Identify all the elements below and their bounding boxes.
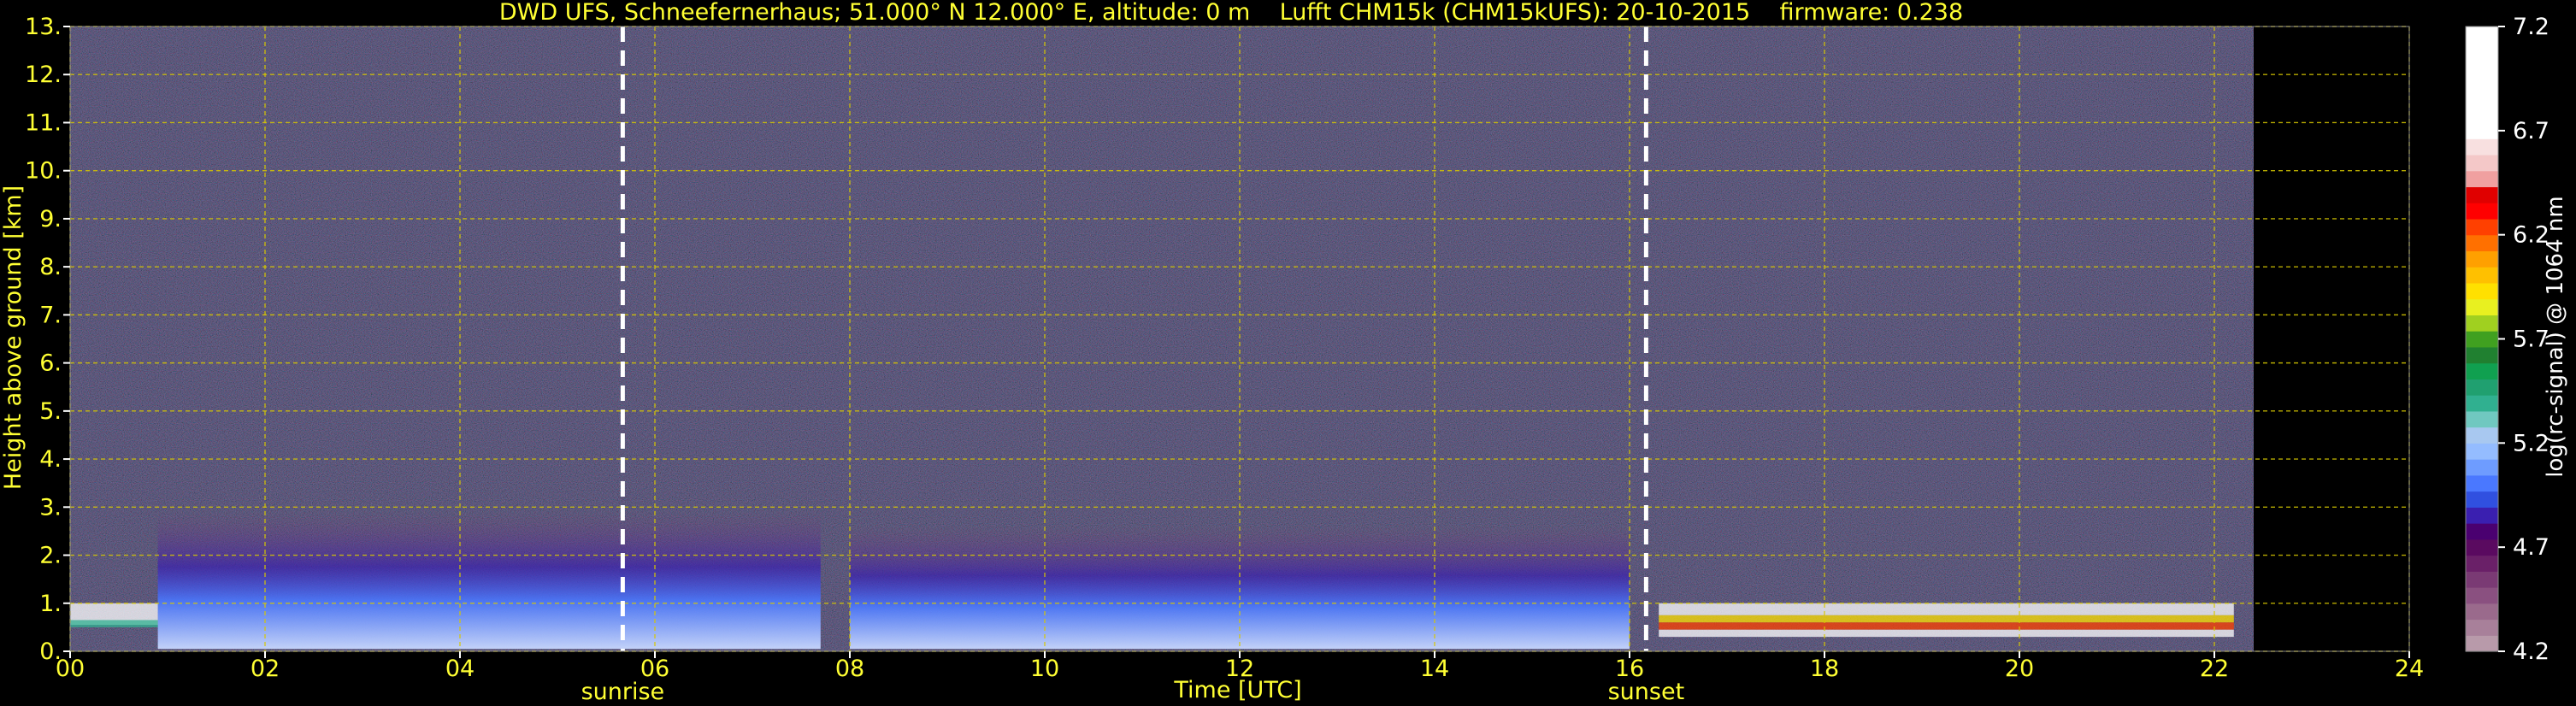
boundary-layer-aerosol [157, 511, 821, 650]
colorbar-segment [2466, 154, 2498, 172]
colorbar-segment [2466, 619, 2498, 636]
colorbar-segment [2466, 138, 2498, 156]
x-tick-label: 24 [2395, 656, 2424, 682]
colorbar-segment [2466, 635, 2498, 652]
plot-area: sunrise sunset [69, 26, 2410, 705]
y-tick-label: 6. [39, 350, 62, 377]
colorbar-segment [2466, 587, 2498, 604]
colorbar-segment [2466, 315, 2498, 332]
cloud-band [1659, 615, 2234, 623]
colorbar: 4.24.75.25.76.26.77.2 [2465, 14, 2549, 665]
colorbar-segment [2466, 427, 2498, 444]
colorbar-segment [2466, 170, 2498, 188]
colorbar-tick-label: 7.2 [2513, 14, 2549, 40]
colorbar-segment [2466, 26, 2498, 44]
colorbar-segment [2466, 459, 2498, 476]
colorbar-segment [2466, 603, 2498, 621]
event-label-sunrise: sunrise [581, 679, 665, 705]
colorbar-segment [2466, 331, 2498, 348]
cloud-band [1659, 622, 2234, 630]
y-tick-label: 1. [39, 591, 62, 617]
colorbar-segment [2466, 267, 2498, 284]
colorbar-segment [2466, 203, 2498, 220]
colorbar-label: log(rc-signal) @ 1064 nm [2543, 196, 2568, 477]
colorbar-segment [2466, 186, 2498, 203]
x-tick-label: 06 [640, 656, 669, 682]
cloud-band [1659, 603, 2234, 615]
x-tick-label: 20 [2005, 656, 2034, 682]
y-tick-label: 2. [39, 543, 62, 569]
y-tick-label: 4. [39, 446, 62, 473]
x-tick-label: 14 [1420, 656, 1449, 682]
colorbar-segment [2466, 474, 2498, 492]
colorbar-tick-label: 6.7 [2513, 118, 2549, 144]
x-tick-label: 18 [1810, 656, 1839, 682]
colorbar-segment [2466, 538, 2498, 556]
y-tick-label: 11. [25, 109, 62, 136]
colorbar-segment [2466, 282, 2498, 300]
colorbar-segment [2466, 395, 2498, 412]
cloud-band [1659, 629, 2234, 638]
colorbar-segment [2466, 234, 2498, 252]
colorbar-segment [2466, 90, 2498, 108]
cloud-band [70, 620, 158, 627]
colorbar-tick-label: 4.2 [2513, 638, 2549, 665]
x-axis-label: Time [UTC] [1173, 677, 1301, 703]
y-tick-label: 10. [25, 158, 62, 185]
colorbar-segment [2466, 218, 2498, 236]
x-tick-label: 22 [2200, 656, 2229, 682]
colorbar-segment [2466, 523, 2498, 540]
x-tick-label: 16 [1615, 656, 1644, 682]
colorbar-segment [2466, 42, 2498, 60]
colorbar-segment [2466, 555, 2498, 572]
x-tick-label: 10 [1030, 656, 1059, 682]
colorbar-segment [2466, 410, 2498, 428]
colorbar-segment [2466, 74, 2498, 91]
x-tick-label: 04 [445, 656, 475, 682]
colorbar-segment [2466, 58, 2498, 75]
colorbar-segment [2466, 250, 2498, 268]
ceilometer-chart: sunrise sunset 00 02 04 06 08 10 12 14 16 18 20 22 24… [0, 14, 2568, 705]
y-tick-label: 12. [25, 62, 62, 88]
colorbar-segment [2466, 298, 2498, 315]
colorbar-segment [2466, 362, 2498, 379]
y-tick-label: 7. [39, 302, 62, 328]
colorbar-segment [2466, 106, 2498, 124]
colorbar-segment [2466, 571, 2498, 588]
x-tick-label: 02 [251, 656, 280, 682]
y-tick-label: 9. [39, 206, 62, 232]
colorbar-segment [2466, 507, 2498, 524]
y-axis-label: Height above ground [km] [0, 185, 27, 490]
y-tick-label: 0. [39, 638, 62, 665]
y-tick-label: 3. [39, 494, 62, 521]
y-axis: 0.1.2.3.4.5.6.7.8.9.10.11.12.13. [25, 14, 70, 665]
y-tick-label: 5. [39, 398, 62, 425]
colorbar-tick-label: 4.7 [2513, 534, 2549, 561]
x-tick-label: 08 [835, 656, 864, 682]
y-tick-label: 8. [39, 254, 62, 280]
colorbar-segment [2466, 122, 2498, 139]
event-label-sunset: sunset [1608, 679, 1685, 705]
colorbar-segment [2466, 491, 2498, 508]
chart-title: DWD UFS, Schneefernerhaus; 51.000° N 12.… [498, 0, 1964, 26]
colorbar-segment [2466, 443, 2498, 460]
colorbar-segment [2466, 346, 2498, 364]
colorbar-segment [2466, 379, 2498, 396]
